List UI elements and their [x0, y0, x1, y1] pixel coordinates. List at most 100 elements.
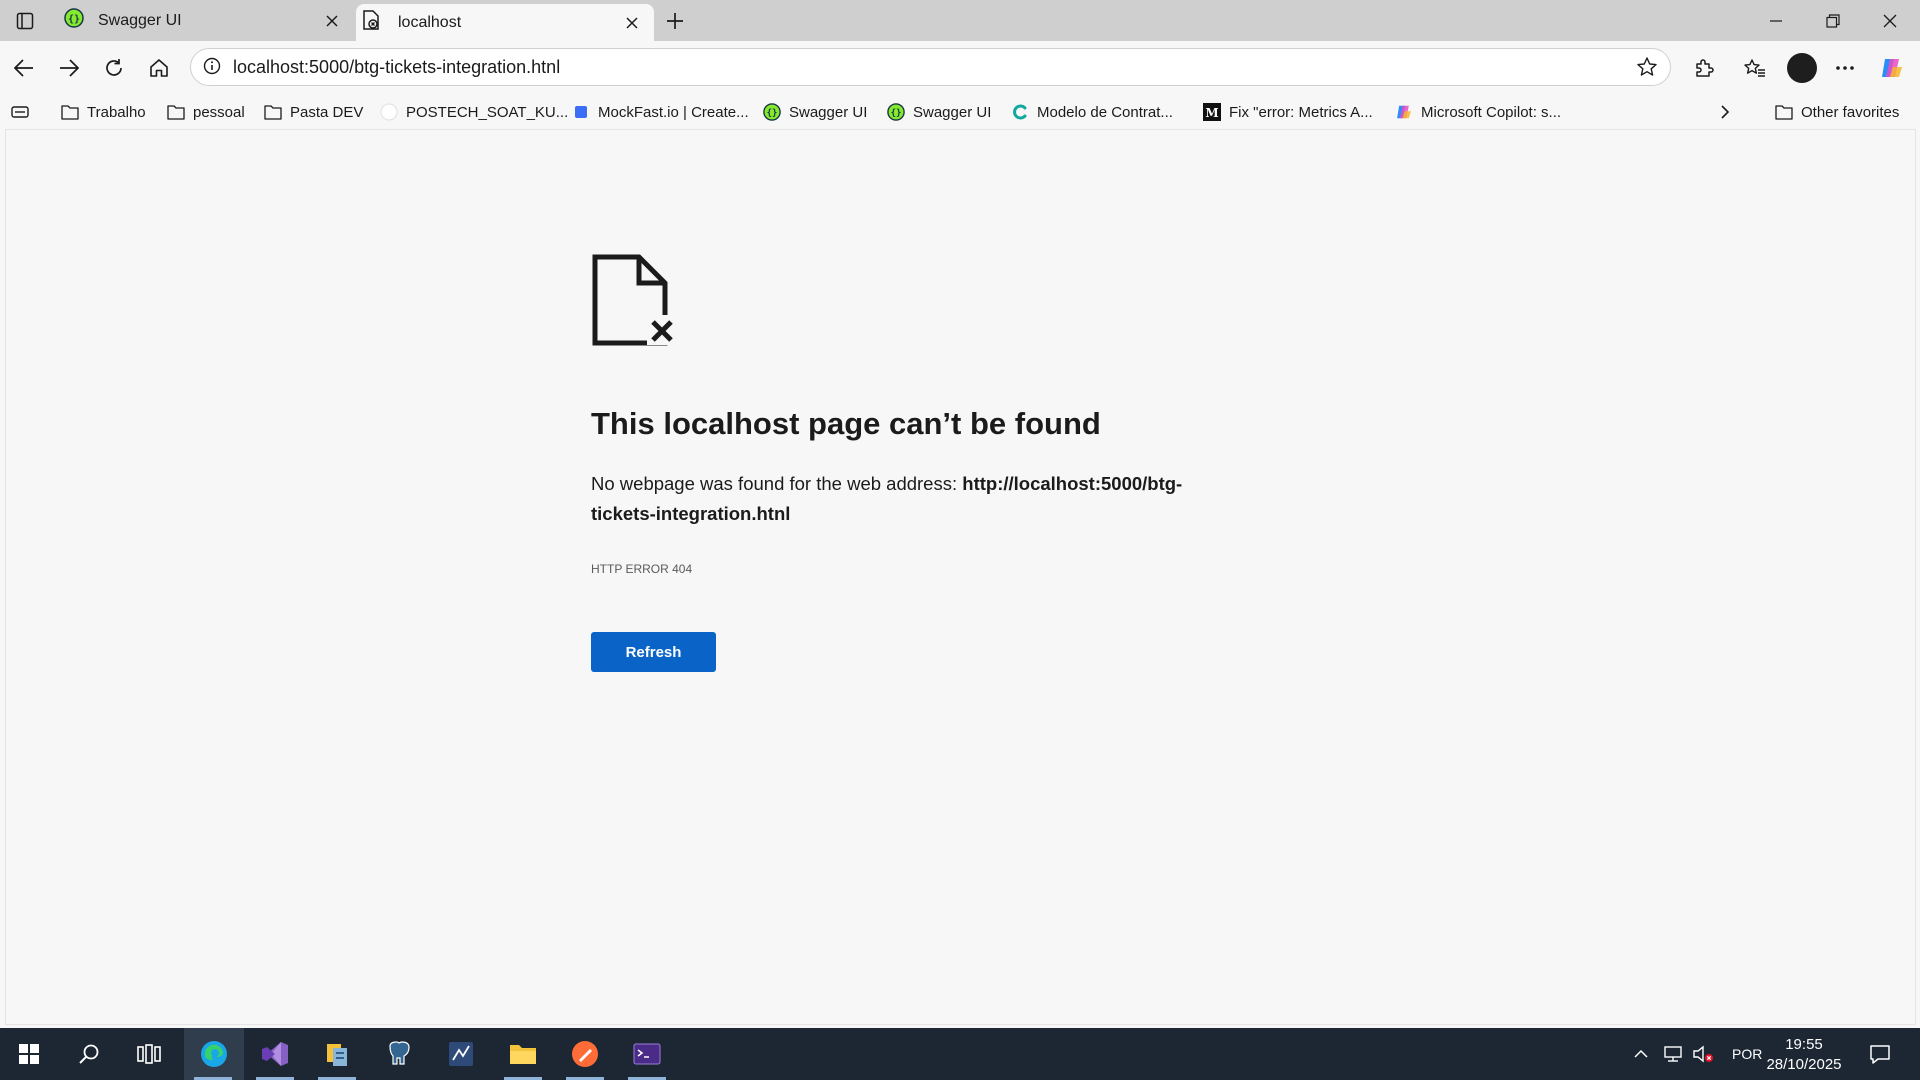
folder-icon [264, 103, 282, 121]
bookmark-swagger-2[interactable]: {} Swagger UI [887, 99, 991, 125]
postgresql-elephant-icon [389, 1041, 410, 1065]
favorites-button[interactable] [1737, 50, 1773, 86]
close-icon [326, 14, 338, 27]
bookmark-label: Other favorites [1801, 103, 1900, 121]
svg-text:{}: {} [767, 109, 778, 119]
error-title: This localhost page can’t be found [591, 406, 1101, 441]
broken-page-icon [362, 10, 380, 35]
system-tray: POR [1630, 1028, 1762, 1080]
c-logo-icon [1011, 103, 1029, 121]
bookmark-label: Microsoft Copilot: s... [1421, 103, 1562, 121]
clock-date: 28/10/2025 [1766, 1056, 1842, 1073]
reload-icon [106, 59, 122, 76]
svg-text:M: M [1205, 106, 1218, 120]
home-icon [150, 59, 168, 77]
error-description: No webpage was found for the web address… [591, 469, 1241, 529]
start-button[interactable] [0, 1028, 58, 1080]
taskbar-visual-studio[interactable] [246, 1028, 304, 1080]
copilot-button[interactable] [1874, 50, 1910, 86]
sql-server-icon [327, 1044, 347, 1066]
site-info-icon[interactable] [203, 57, 221, 80]
bookmark-pessoal[interactable]: pessoal [167, 99, 245, 125]
forward-button[interactable] [51, 50, 87, 86]
bookmark-postech[interactable]: POSTECH_SOAT_KU... [380, 99, 568, 125]
chevron-up-icon [1634, 1049, 1648, 1058]
close-tab-button[interactable] [318, 7, 346, 35]
taskbar-sql-server[interactable] [308, 1028, 366, 1080]
home-button[interactable] [141, 50, 177, 86]
folder-icon [167, 103, 185, 121]
search-button[interactable] [60, 1028, 118, 1080]
bookmark-mockfast[interactable]: MockFast.io | Create... [572, 99, 749, 125]
arrow-right-icon [60, 59, 79, 77]
bookmark-label: Swagger UI [913, 103, 992, 121]
minimize-icon [1770, 19, 1782, 22]
medium-icon: M [1203, 103, 1221, 121]
notifications-button[interactable] [1852, 1028, 1908, 1080]
copilot-icon [1395, 103, 1413, 121]
folder-icon [1775, 103, 1793, 121]
close-icon [626, 16, 638, 29]
network-icon [1664, 1046, 1682, 1062]
settings-menu-button[interactable] [1827, 50, 1863, 86]
puzzle-icon [1696, 59, 1714, 77]
bookmarks-menu-button[interactable] [10, 99, 30, 125]
visual-studio-icon [262, 1042, 288, 1066]
tab-title: Swagger UI [98, 11, 182, 29]
bookmark-pasta-dev[interactable]: Pasta DEV [264, 99, 363, 125]
chevron-right-icon [1721, 105, 1730, 119]
tab-actions-button[interactable] [8, 6, 42, 36]
close-window-button[interactable] [1862, 0, 1918, 41]
bookmark-modelo-contrato[interactable]: Modelo de Contrat... [1011, 99, 1173, 125]
bookmark-label: Pasta DEV [290, 103, 364, 121]
tab-localhost[interactable]: localhost [356, 4, 654, 41]
bookmark-fix-error[interactable]: M Fix "error: Metrics A... [1203, 99, 1373, 125]
taskbar: POR 19:55 28/10/2025 [0, 1028, 1920, 1080]
bookmark-other-favorites[interactable]: Other favorites [1775, 99, 1899, 125]
error-description-text: No webpage was found for the web address… [591, 473, 963, 494]
collections-icon [11, 106, 29, 118]
bookmark-swagger-1[interactable]: {} Swagger UI [763, 99, 867, 125]
input-language[interactable]: POR [1732, 1046, 1762, 1062]
clock[interactable]: 19:55 28/10/2025 [1764, 1035, 1844, 1075]
taskbar-edge[interactable] [184, 1028, 244, 1080]
bookmarks-overflow-button[interactable] [1720, 99, 1730, 125]
new-tab-button[interactable] [660, 6, 690, 36]
windows-logo-icon [19, 1044, 39, 1064]
terminal-icon [633, 1043, 661, 1065]
page-content: This localhost page can’t be found No we… [5, 129, 1916, 1025]
restore-icon [1826, 13, 1840, 28]
taskbar-terminal[interactable] [618, 1028, 676, 1080]
taskbar-file-explorer[interactable] [494, 1028, 552, 1080]
network-button[interactable] [1658, 1045, 1688, 1063]
bookmark-copilot[interactable]: Microsoft Copilot: s... [1395, 99, 1561, 125]
tab-swagger-ui[interactable]: {} Swagger UI [56, 0, 354, 41]
minimize-button[interactable] [1748, 0, 1804, 41]
taskbar-data-studio[interactable] [432, 1028, 490, 1080]
address-url[interactable]: localhost:5000/btg-tickets-integration.h… [233, 57, 560, 78]
tab-actions-icon [16, 12, 34, 30]
address-bar[interactable]: localhost:5000/btg-tickets-integration.h… [190, 48, 1671, 86]
volume-button[interactable] [1688, 1045, 1718, 1063]
favorites-list-icon [1744, 59, 1765, 77]
close-tab-button[interactable] [618, 9, 646, 37]
close-icon [1883, 14, 1897, 27]
taskbar-pgadmin[interactable] [370, 1028, 428, 1080]
bookmark-label: Fix "error: Metrics A... [1229, 103, 1373, 121]
browser-toolbar: localhost:5000/btg-tickets-integration.h… [0, 41, 1920, 95]
restore-button[interactable] [1805, 0, 1861, 41]
favorite-star-icon[interactable] [1636, 56, 1658, 83]
show-hidden-icons-button[interactable] [1630, 1049, 1652, 1059]
task-view-button[interactable] [120, 1028, 178, 1080]
more-dots-icon [1836, 66, 1854, 70]
refresh-button[interactable]: Refresh [591, 632, 716, 672]
search-icon [79, 1044, 99, 1064]
back-button[interactable] [6, 50, 42, 86]
profile-avatar[interactable] [1787, 53, 1817, 83]
svg-text:{}: {} [68, 14, 80, 25]
reload-button[interactable] [96, 50, 132, 86]
taskbar-postman[interactable] [556, 1028, 614, 1080]
bookmark-trabalho[interactable]: Trabalho [61, 99, 146, 125]
bookmark-label: pessoal [193, 103, 245, 121]
extensions-button[interactable] [1686, 50, 1722, 86]
